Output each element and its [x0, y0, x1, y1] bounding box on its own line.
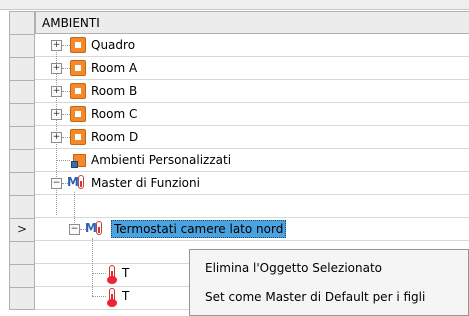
row-header[interactable] [9, 241, 35, 264]
room-icon [70, 37, 86, 53]
tree-node-label-selected[interactable]: Termostati camere lato nord [111, 220, 287, 238]
row-header[interactable] [9, 149, 35, 172]
tree-node-label[interactable]: Room D [91, 130, 138, 144]
room-icon [70, 60, 86, 76]
row-header[interactable] [9, 264, 35, 287]
row-header[interactable] [9, 287, 35, 310]
expand-button[interactable]: + [51, 132, 62, 143]
delete-selected-object-menu-item[interactable]: Elimina l'Oggetto Selezionato [190, 254, 468, 282]
row-header[interactable] [9, 103, 35, 126]
tree-node-label[interactable]: Room B [91, 84, 137, 98]
current-row-indicator: > [16, 222, 28, 236]
custom-ambients-icon [69, 151, 87, 169]
set-default-master-menu-item[interactable]: Set come Master di Default per i figli [190, 283, 468, 311]
tree-connector [56, 160, 70, 161]
room-icon [70, 83, 86, 99]
row-header[interactable] [9, 126, 35, 149]
tree-connector [62, 114, 70, 115]
row-header[interactable] [9, 172, 35, 195]
tree-node-label[interactable]: Quadro [91, 38, 135, 52]
row-header[interactable] [9, 57, 35, 80]
tree-connector [62, 91, 70, 92]
row-header[interactable] [9, 34, 35, 57]
tree-node-label[interactable]: T [122, 266, 129, 280]
collapse-button[interactable]: − [69, 224, 80, 235]
tree-node-label[interactable]: Room C [91, 107, 137, 121]
row-header-current[interactable]: > [9, 218, 35, 241]
grid-corner-cell [9, 11, 35, 34]
tree-connector [92, 273, 106, 274]
context-menu: Elimina l'Oggetto Selezionato Set come M… [189, 249, 469, 316]
expand-button[interactable]: + [51, 109, 62, 120]
tree-node-label[interactable]: Master di Funzioni [91, 176, 200, 190]
tree-row[interactable] [35, 195, 469, 218]
column-header[interactable]: AMBIENTI [35, 11, 469, 34]
tree-connector [92, 296, 106, 297]
master-function-icon: M [67, 174, 89, 192]
menu-item-label: Set come Master di Default per i figli [205, 290, 426, 304]
master-function-icon: M [85, 220, 107, 238]
tree-connector [62, 137, 70, 138]
tree-node-label[interactable]: Room A [91, 61, 137, 75]
thermometer-icon [106, 265, 118, 284]
collapse-button[interactable]: − [51, 178, 62, 189]
tree-node-label[interactable]: Ambienti Personalizzati [91, 153, 231, 167]
thermometer-icon [106, 288, 118, 307]
expand-button[interactable]: + [51, 63, 62, 74]
column-header-label: AMBIENTI [42, 16, 100, 30]
menu-item-label: Elimina l'Oggetto Selezionato [205, 261, 383, 275]
row-header[interactable] [9, 80, 35, 103]
tree-node-label[interactable]: T [122, 289, 129, 303]
tree-connector [62, 68, 70, 69]
room-icon [70, 106, 86, 122]
expand-button[interactable]: + [51, 86, 62, 97]
grid-top-band [0, 0, 469, 10]
row-header[interactable] [9, 195, 35, 218]
tree-connector [62, 45, 70, 46]
expand-button[interactable]: + [51, 40, 62, 51]
tree-connector [92, 238, 93, 296]
room-icon [70, 129, 86, 145]
